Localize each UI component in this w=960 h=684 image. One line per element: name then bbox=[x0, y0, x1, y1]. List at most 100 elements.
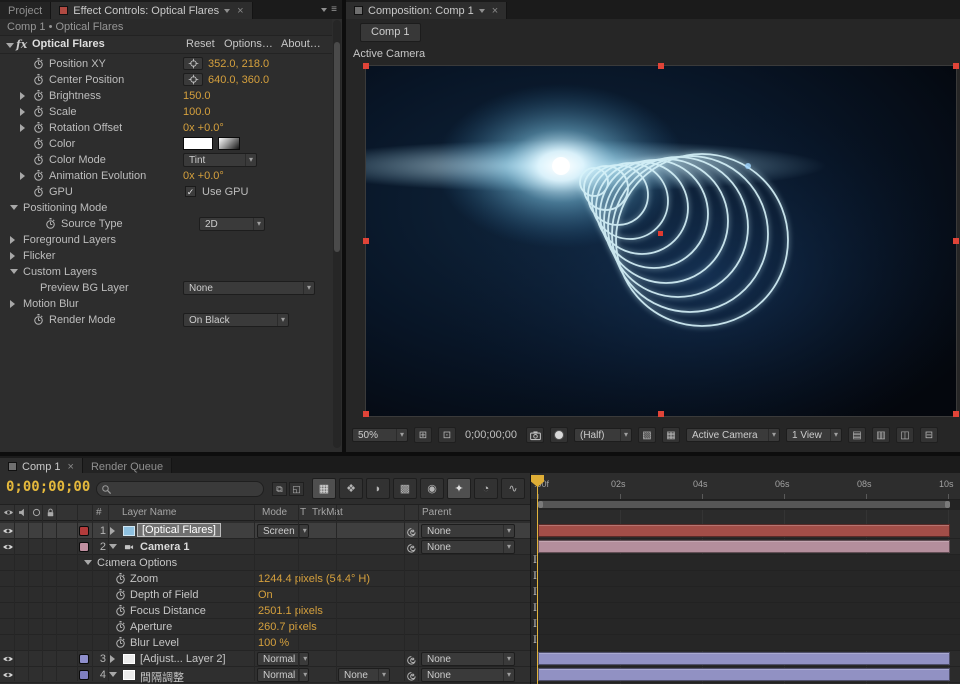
source-type-dropdown[interactable]: 2D▾ bbox=[199, 217, 265, 231]
zoom-dropdown[interactable]: 50%▾ bbox=[352, 428, 408, 442]
view-layout-dropdown[interactable]: 1 View▾ bbox=[786, 428, 842, 442]
selection-handle[interactable] bbox=[363, 411, 369, 417]
stopwatch-icon[interactable] bbox=[44, 217, 57, 230]
transparency-grid-button[interactable]: ▦ bbox=[662, 427, 680, 443]
eyedropper-icon[interactable] bbox=[218, 137, 240, 150]
stopwatch-icon[interactable] bbox=[114, 572, 127, 585]
preview-bg-layer-dropdown[interactable]: None▾ bbox=[183, 281, 315, 295]
column-mode[interactable]: Mode bbox=[262, 507, 287, 518]
parent-dropdown[interactable]: None▾ bbox=[421, 668, 515, 682]
tab-project[interactable]: Project bbox=[0, 2, 51, 19]
work-area[interactable] bbox=[531, 500, 960, 510]
twirl-icon[interactable] bbox=[10, 236, 15, 244]
tab-composition[interactable]: Composition: Comp 1 × bbox=[346, 2, 507, 19]
scrollbar[interactable] bbox=[333, 20, 341, 448]
work-area-end-handle[interactable] bbox=[945, 501, 950, 508]
stopwatch-icon[interactable] bbox=[32, 105, 45, 118]
work-area-bar[interactable] bbox=[538, 501, 950, 508]
selection-handle[interactable] bbox=[363, 63, 369, 69]
work-area-start-handle[interactable] bbox=[538, 501, 543, 508]
label-color-swatch[interactable] bbox=[79, 654, 89, 664]
eye-toggle[interactable] bbox=[2, 541, 14, 553]
timeline-graph-area[interactable]: :00f 02s 04s 06s 08s 10s I bbox=[530, 473, 960, 684]
stopwatch-icon[interactable] bbox=[32, 121, 45, 134]
layer-name[interactable]: [Adjust... Layer 2] bbox=[140, 653, 226, 665]
layer-duration-bar[interactable] bbox=[538, 524, 950, 537]
twirl-icon[interactable] bbox=[20, 172, 25, 180]
gpu-checkbox[interactable]: ✓ bbox=[185, 186, 196, 197]
property-value[interactable]: 2501.1 pixels bbox=[258, 605, 323, 617]
column-parent[interactable]: Parent bbox=[422, 507, 451, 518]
pixel-aspect-button[interactable]: ▤ bbox=[848, 427, 866, 443]
comp-flowchart-button[interactable]: ◱ bbox=[289, 482, 304, 496]
layer-row[interactable]: 2 Camera 1 None▾ bbox=[0, 539, 530, 555]
property-value[interactable]: 0x +0.0° bbox=[183, 170, 224, 182]
column-trkmat[interactable]: TrkMat bbox=[312, 507, 343, 518]
twirl-icon[interactable] bbox=[20, 124, 25, 132]
layer-duration-bar[interactable] bbox=[538, 668, 950, 681]
property-row[interactable]: Zoom 1244.4 pixels (54.4° H) bbox=[0, 571, 530, 587]
blend-mode-dropdown[interactable]: Normal▾ bbox=[257, 652, 309, 666]
effect-twirl-icon[interactable] bbox=[6, 43, 14, 48]
pickwhip-icon[interactable] bbox=[406, 525, 418, 537]
comp-timecode[interactable]: 0;00;00;00 bbox=[462, 429, 520, 441]
timeline-button[interactable]: ◫ bbox=[896, 427, 914, 443]
layer-duration-bar[interactable] bbox=[538, 652, 950, 665]
current-time-indicator[interactable] bbox=[537, 475, 538, 684]
frame-blend-button[interactable]: ▩ bbox=[393, 478, 417, 499]
color-swatch[interactable] bbox=[183, 137, 213, 150]
resolution-dropdown[interactable]: (Half)▾ bbox=[574, 428, 632, 442]
graph-editor-button[interactable]: ∿ bbox=[501, 478, 525, 499]
twirl-icon[interactable] bbox=[10, 205, 18, 210]
selection-handle[interactable] bbox=[363, 238, 369, 244]
point-picker-icon[interactable] bbox=[183, 73, 203, 86]
layer-row[interactable]: 1 [Optical Flares] Screen▾ None▾ bbox=[0, 523, 530, 539]
twirl-icon[interactable] bbox=[109, 544, 117, 549]
layer-row[interactable]: 4 間隔調整 Normal▾ None▾ None▾ bbox=[0, 667, 530, 683]
stopwatch-icon[interactable] bbox=[32, 313, 45, 326]
trkmat-dropdown[interactable]: None▾ bbox=[338, 668, 390, 682]
effect-name[interactable]: Optical Flares bbox=[32, 38, 105, 50]
twirl-icon[interactable] bbox=[109, 672, 117, 677]
composition-viewport[interactable] bbox=[366, 66, 956, 416]
render-mode-dropdown[interactable]: On Black▾ bbox=[183, 313, 289, 327]
column-number[interactable]: # bbox=[96, 507, 102, 518]
property-value[interactable]: 150.0 bbox=[183, 90, 211, 102]
time-ruler[interactable]: :00f 02s 04s 06s 08s 10s bbox=[531, 473, 960, 500]
auto-keyframe-button[interactable]: ◔ bbox=[474, 478, 498, 499]
property-value[interactable]: 1244.4 pixels (54.4° H) bbox=[258, 573, 370, 585]
mask-visibility-button[interactable]: ⊡ bbox=[438, 427, 456, 443]
safe-guides-button[interactable]: ⊞ bbox=[414, 427, 432, 443]
reset-button[interactable]: Reset bbox=[186, 38, 215, 50]
hide-shy-button[interactable]: ◗ bbox=[366, 478, 390, 499]
selection-handle[interactable] bbox=[953, 63, 959, 69]
stopwatch-icon[interactable] bbox=[32, 57, 45, 70]
selection-handle[interactable] bbox=[953, 238, 959, 244]
pickwhip-icon[interactable] bbox=[406, 541, 418, 553]
property-value[interactable]: 352.0, 218.0 bbox=[208, 58, 269, 70]
eye-toggle[interactable] bbox=[2, 525, 14, 537]
layer-name[interactable]: [Optical Flares] bbox=[137, 523, 221, 537]
twirl-icon[interactable] bbox=[20, 92, 25, 100]
stopwatch-icon[interactable] bbox=[32, 73, 45, 86]
twirl-icon[interactable] bbox=[110, 655, 115, 663]
eye-toggle[interactable] bbox=[2, 669, 14, 681]
close-icon[interactable]: × bbox=[492, 5, 498, 17]
selection-handle[interactable] bbox=[658, 63, 664, 69]
point-picker-icon[interactable] bbox=[183, 57, 203, 70]
parent-dropdown[interactable]: None▾ bbox=[421, 540, 515, 554]
property-row[interactable]: Aperture 260.7 pixels bbox=[0, 619, 530, 635]
property-value[interactable]: On bbox=[258, 589, 273, 601]
panel-menu-button[interactable]: ≡ bbox=[321, 4, 338, 15]
stopwatch-icon[interactable] bbox=[32, 185, 45, 198]
layer-duration-bar[interactable] bbox=[538, 540, 950, 553]
brainstorm-button[interactable]: ✦ bbox=[447, 478, 471, 499]
layer-name[interactable]: 間隔調整 bbox=[140, 669, 184, 684]
close-icon[interactable]: × bbox=[237, 5, 243, 17]
label-color-swatch[interactable] bbox=[79, 526, 89, 536]
scrollbar-thumb[interactable] bbox=[334, 42, 340, 252]
stopwatch-icon[interactable] bbox=[114, 636, 127, 649]
snapshot-button[interactable] bbox=[526, 427, 544, 443]
fast-preview-button[interactable]: ▥ bbox=[872, 427, 890, 443]
close-icon[interactable]: × bbox=[68, 461, 74, 473]
